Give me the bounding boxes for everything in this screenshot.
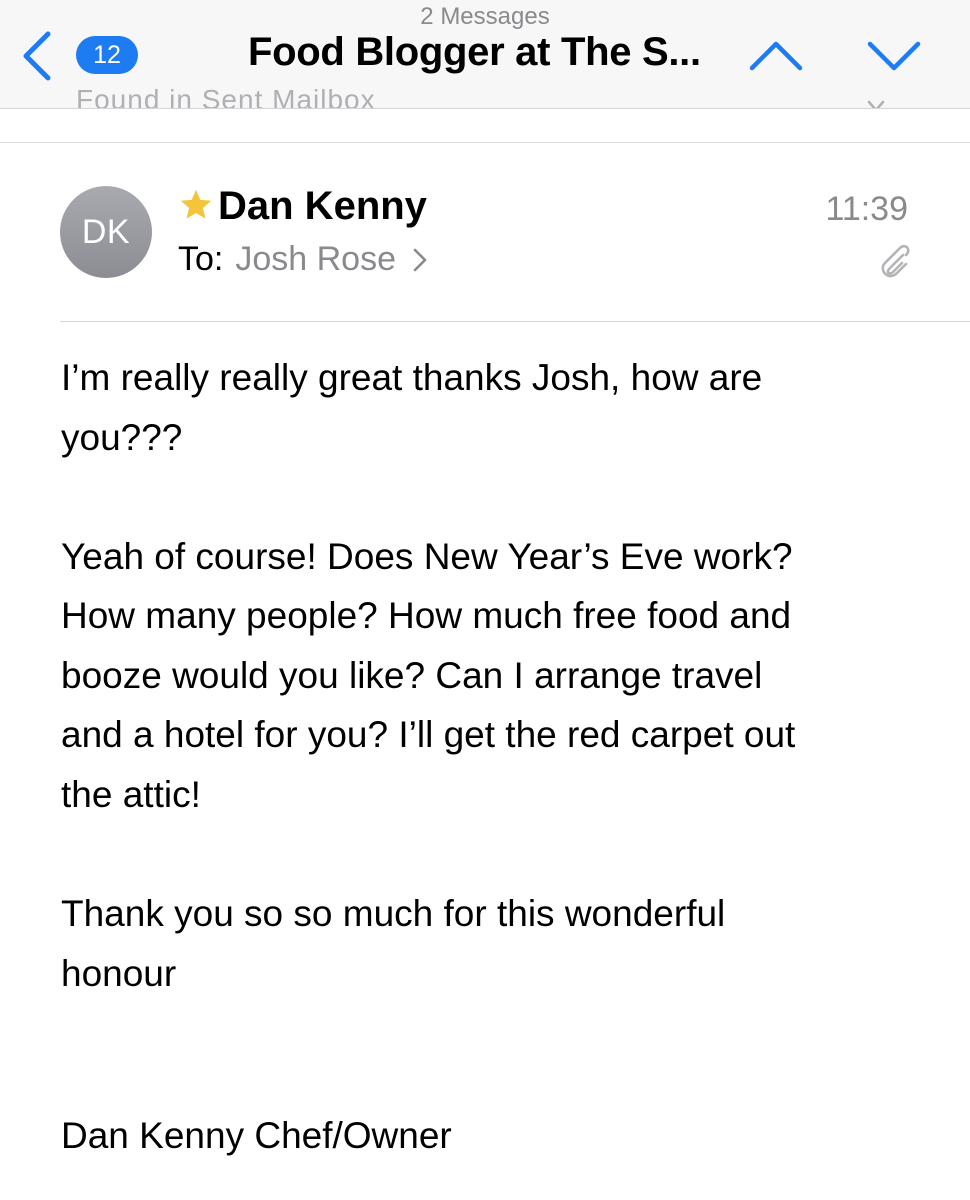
body-line: I’m really really great thanks Josh, how…	[61, 357, 763, 398]
body-line: booze would you like? Can I arrange trav…	[61, 655, 763, 696]
signature-line: Dan Kenny Chef/Owner	[61, 1115, 452, 1156]
unread-count-badge: 12	[76, 36, 138, 74]
star-icon	[180, 189, 212, 219]
body-line: and a hotel for you? I’ll get the red ca…	[61, 714, 796, 755]
body-line: the attic!	[61, 774, 201, 815]
navigation-bar: 2 Messages 12 Food Blogger at The S... F…	[0, 0, 970, 109]
header-divider	[60, 321, 970, 322]
sender-row[interactable]: Dan Kenny	[178, 184, 427, 229]
paperclip-icon	[881, 244, 910, 278]
body-line: you???	[61, 417, 183, 458]
chevron-left-icon	[23, 31, 51, 81]
divider	[0, 142, 970, 143]
body-line: Thank you so so much for this wonderful	[61, 893, 726, 934]
to-label: To:	[178, 240, 224, 278]
body-line: How many people? How much free food and	[61, 595, 792, 636]
chevron-right-icon	[413, 248, 427, 271]
previous-message-mailbox-label[interactable]: Found in Sent Mailbox	[76, 84, 376, 108]
recipient-row[interactable]: To: Josh Rose	[178, 240, 430, 279]
sender-name: Dan Kenny	[218, 184, 427, 228]
chevron-up-icon[interactable]	[746, 30, 806, 80]
chevron-down-icon[interactable]	[864, 30, 924, 80]
recipient-name: Josh Rose	[235, 240, 396, 278]
message-time: 11:39	[825, 190, 908, 228]
body-line: Yeah of course! Does New Year’s Eve work…	[61, 536, 793, 577]
body-line: honour	[61, 953, 177, 994]
sender-avatar[interactable]: DK	[60, 186, 152, 278]
back-button[interactable]: 12	[18, 28, 148, 84]
chevron-down-icon[interactable]	[866, 96, 886, 109]
thread-title: Food Blogger at The S...	[248, 30, 701, 74]
message-count: 2 Messages	[420, 3, 550, 30]
